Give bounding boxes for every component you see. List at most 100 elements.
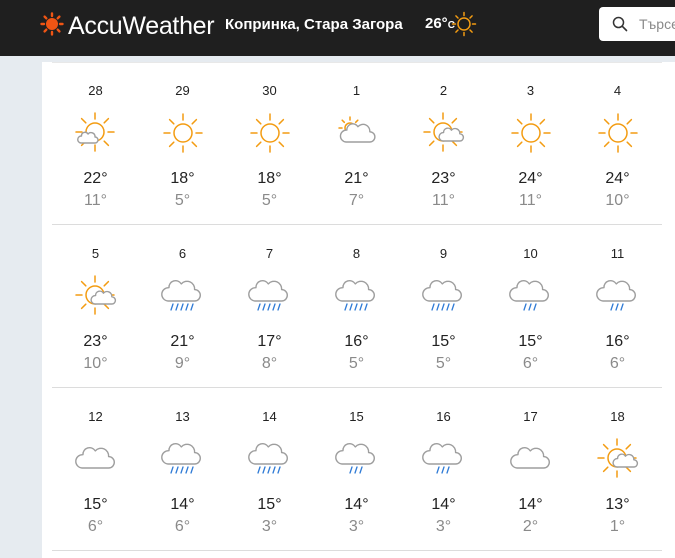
day-date: 3 (526, 83, 535, 98)
day-date: 11 (610, 246, 625, 261)
rain-cloud-icon (247, 273, 293, 319)
search-input[interactable] (639, 13, 675, 35)
high-temperature: 13° (605, 496, 630, 513)
low-temperature: 5° (174, 192, 191, 209)
forecast-day-cell[interactable]: 15 14° 3° (313, 388, 400, 550)
monthly-forecast-grid: 28 22° 11° 29 18° 5° 30 18° 5° 1 21° 7° 2 23° 11° 3 24° 1… (42, 62, 675, 558)
search-box[interactable] (599, 7, 675, 41)
low-temperature: 10° (83, 355, 108, 372)
rain-cloud-icon (160, 273, 206, 319)
rain-cloud-icon (421, 273, 467, 319)
forecast-day-cell[interactable]: 13 14° 6° (139, 388, 226, 550)
day-date: 17 (523, 409, 538, 424)
forecast-day-cell[interactable]: 9 15° 5° (400, 225, 487, 387)
forecast-day-cell[interactable]: 30 18° 5° (226, 62, 313, 224)
forecast-day-cell[interactable]: 11 16° 6° (574, 225, 661, 387)
forecast-day-cell[interactable]: 29 18° 5° (139, 62, 226, 224)
sun-cloud-icon (421, 110, 467, 156)
low-temperature: 6° (609, 355, 626, 372)
week-divider (52, 550, 662, 551)
shower-cloud-icon (595, 273, 641, 319)
day-date: 12 (88, 409, 103, 424)
day-date: 15 (349, 409, 364, 424)
high-temperature: 15° (431, 333, 456, 350)
forecast-day-cell[interactable]: 8 16° 5° (313, 225, 400, 387)
day-date: 10 (523, 246, 538, 261)
low-temperature: 3° (348, 518, 365, 535)
top-bar: AccuWeather Копринка, Стара Загора 26°C (0, 0, 675, 56)
day-date: 13 (175, 409, 190, 424)
high-temperature: 22° (83, 170, 108, 187)
day-date: 14 (262, 409, 277, 424)
forecast-day-cell[interactable]: 18 13° 1° (574, 388, 661, 550)
forecast-week-row: 28 22° 11° 29 18° 5° 30 18° 5° 1 21° 7° 2 23° 11° 3 24° 1… (52, 62, 662, 224)
accuweather-logo[interactable]: AccuWeather (40, 12, 215, 41)
day-date: 1 (352, 83, 361, 98)
rain-cloud-icon (160, 436, 206, 482)
low-temperature: 9° (174, 355, 191, 372)
sun-icon (160, 110, 206, 156)
accuweather-sun-logo-icon (40, 12, 64, 41)
low-temperature: 6° (87, 518, 104, 535)
current-temp-value: 26° (425, 15, 448, 32)
sun-icon (247, 110, 293, 156)
forecast-day-cell[interactable]: 5 23° 10° (52, 225, 139, 387)
high-temperature: 14° (170, 496, 195, 513)
cloud-icon (508, 436, 554, 482)
low-temperature: 11° (83, 192, 107, 209)
day-date: 18 (610, 409, 625, 424)
shower-cloud-icon (508, 273, 554, 319)
high-temperature: 23° (431, 170, 456, 187)
forecast-day-cell[interactable]: 2 23° 11° (400, 62, 487, 224)
sun-icon (508, 110, 554, 156)
low-temperature: 6° (522, 355, 539, 372)
forecast-day-cell[interactable]: 3 24° 11° (487, 62, 574, 224)
day-date: 28 (88, 83, 103, 98)
sun-icon (595, 110, 641, 156)
forecast-week-row: 12 15° 6° 13 14° 6° 14 15° 3° 15 14° 3° 16 14° 3° 17 14°… (52, 388, 662, 550)
forecast-day-cell[interactable]: 6 21° 9° (139, 225, 226, 387)
high-temperature: 18° (170, 170, 195, 187)
shower-cloud-icon (334, 436, 380, 482)
forecast-day-cell[interactable]: 17 14° 2° (487, 388, 574, 550)
forecast-week-row: 5 23° 10° 6 21° 9° 7 17° 8° 8 16° 5° 9 15° 5° 10 15° 6° 11… (52, 225, 662, 387)
forecast-day-cell[interactable]: 10 15° 6° (487, 225, 574, 387)
day-date: 2 (439, 83, 448, 98)
low-temperature: 11° (518, 192, 542, 209)
day-date: 4 (613, 83, 622, 98)
search-icon (612, 16, 628, 37)
low-temperature: 6° (174, 518, 191, 535)
shower-cloud-icon (421, 436, 467, 482)
forecast-day-cell[interactable]: 1 21° 7° (313, 62, 400, 224)
low-temperature: 10° (605, 192, 630, 209)
sun-cloud-small-icon (73, 110, 119, 156)
forecast-day-cell[interactable]: 7 17° 8° (226, 225, 313, 387)
cloud-sun-icon (334, 110, 380, 156)
forecast-day-cell[interactable]: 16 14° 3° (400, 388, 487, 550)
location-name[interactable]: Копринка, Стара Загора (225, 16, 403, 33)
sun-cloud-icon (595, 436, 641, 482)
cloud-icon (73, 436, 119, 482)
forecast-day-cell[interactable]: 12 15° 6° (52, 388, 139, 550)
low-temperature: 5° (261, 192, 278, 209)
sun-icon (451, 11, 477, 42)
day-date: 8 (352, 246, 361, 261)
sun-cloud-icon (73, 273, 119, 319)
high-temperature: 17° (257, 333, 282, 350)
high-temperature: 16° (605, 333, 630, 350)
day-date: 9 (439, 246, 448, 261)
high-temperature: 14° (518, 496, 543, 513)
forecast-day-cell[interactable]: 28 22° 11° (52, 62, 139, 224)
day-date: 30 (262, 83, 277, 98)
forecast-day-cell[interactable]: 14 15° 3° (226, 388, 313, 550)
high-temperature: 15° (83, 496, 108, 513)
high-temperature: 18° (257, 170, 282, 187)
low-temperature: 2° (522, 518, 539, 535)
rain-cloud-icon (247, 436, 293, 482)
low-temperature: 3° (435, 518, 452, 535)
forecast-day-cell[interactable]: 4 24° 10° (574, 62, 661, 224)
high-temperature: 23° (83, 333, 108, 350)
low-temperature: 1° (609, 518, 626, 535)
low-temperature: 11° (431, 192, 455, 209)
brand-name: AccuWeather (68, 12, 215, 40)
